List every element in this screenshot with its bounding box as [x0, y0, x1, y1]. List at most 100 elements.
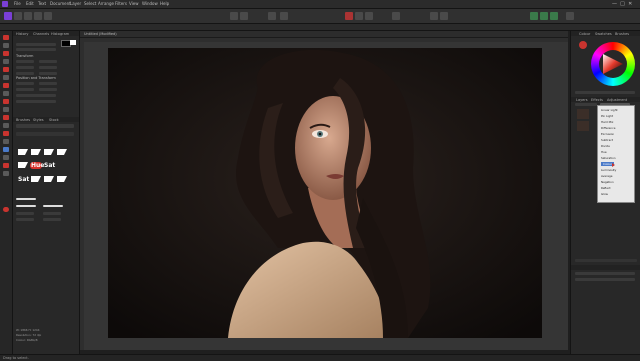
pen-tool-icon[interactable]	[3, 155, 9, 160]
blend-mode-dropdown[interactable]: Linear Light Pin Light Hard Mix Differen…	[597, 105, 635, 203]
menu-text[interactable]: Text	[38, 1, 46, 6]
tab-swatches[interactable]: Swatches	[595, 32, 612, 36]
style-preview[interactable]	[16, 205, 36, 207]
paint-brush-icon[interactable]	[3, 91, 9, 96]
export-persona-icon[interactable]	[44, 12, 52, 20]
mask-icon[interactable]	[268, 12, 276, 20]
quickmask-icon[interactable]	[280, 12, 288, 20]
blend-option[interactable]: Hard Mix	[601, 120, 613, 124]
text-tool-icon[interactable]	[3, 171, 9, 176]
rotation-field[interactable]	[16, 94, 56, 97]
blend-option[interactable]: Linear Light	[601, 108, 618, 112]
position-w-field[interactable]	[16, 88, 34, 91]
assistant-icon[interactable]	[530, 12, 538, 20]
document-tab[interactable]: Untitled (Modified)	[80, 31, 568, 38]
blend-option[interactable]: Hue	[601, 150, 607, 154]
colour-white-swatch[interactable]	[70, 40, 76, 45]
style-swatch[interactable]	[31, 149, 41, 155]
snapshot-icon[interactable]	[355, 12, 363, 20]
tab-adjustment[interactable]: Adjustment	[607, 98, 627, 102]
sharing-icon[interactable]	[550, 12, 558, 20]
selection-icon[interactable]	[392, 12, 400, 20]
style-swatch[interactable]	[57, 149, 67, 155]
snapping-icon[interactable]	[540, 12, 548, 20]
menu-window[interactable]: Window	[142, 1, 158, 6]
arrange-icon[interactable]	[440, 12, 448, 20]
tab-styles[interactable]: Styles	[33, 118, 44, 122]
position-h-field[interactable]	[39, 88, 57, 91]
layer-thumbnail[interactable]	[577, 121, 589, 131]
selection-brush-icon[interactable]	[3, 59, 9, 64]
param-field[interactable]	[16, 218, 34, 221]
menu-view[interactable]: View	[129, 1, 139, 6]
style-preview[interactable]	[43, 205, 63, 207]
healing-brush-icon[interactable]	[3, 123, 9, 128]
gradient-tool-icon[interactable]	[3, 147, 9, 152]
blur-brush-icon[interactable]	[3, 139, 9, 144]
record-icon[interactable]	[345, 12, 353, 20]
develop-persona-icon[interactable]	[24, 12, 32, 20]
style-swatch[interactable]	[18, 162, 28, 168]
blend-option[interactable]: Subtract	[601, 138, 613, 142]
style-swatch[interactable]	[31, 176, 41, 182]
colour-swatch-icon[interactable]	[3, 207, 9, 212]
tab-histogram[interactable]: Histogram	[51, 32, 69, 36]
marquee-tool-icon[interactable]	[3, 75, 9, 80]
portrait-photo[interactable]	[108, 48, 542, 338]
r-field[interactable]	[16, 72, 34, 75]
navigator-row[interactable]	[575, 272, 635, 275]
position-y-field[interactable]	[39, 82, 57, 85]
blend-option[interactable]: Pin Light	[601, 114, 613, 118]
primary-colour-icon[interactable]	[579, 41, 587, 49]
opacity-slider-right[interactable]	[575, 91, 635, 94]
blend-option[interactable]: Difference	[601, 126, 615, 130]
clone-brush-icon[interactable]	[3, 115, 9, 120]
dodge-brush-icon[interactable]	[3, 107, 9, 112]
move-tool-icon[interactable]	[3, 35, 9, 40]
w-field[interactable]	[16, 66, 34, 69]
erase-brush-icon[interactable]	[3, 99, 9, 104]
blend-option[interactable]: Average	[601, 174, 613, 178]
colour-wheel[interactable]	[591, 42, 635, 86]
blend-option[interactable]: Saturation	[601, 156, 616, 160]
menu-arrange[interactable]: Arrange	[98, 1, 114, 6]
h-field[interactable]	[39, 66, 57, 69]
zoom-icon[interactable]	[240, 12, 248, 20]
style-swatch[interactable]	[44, 149, 54, 155]
layer-thumbnail[interactable]	[577, 109, 589, 119]
param-field[interactable]	[43, 218, 61, 221]
position-x-field[interactable]	[16, 82, 34, 85]
tab-effects[interactable]: Effects	[591, 98, 603, 102]
param-field[interactable]	[43, 212, 61, 215]
tab-brushes[interactable]: Brushes	[16, 118, 30, 122]
liquify-persona-icon[interactable]	[14, 12, 22, 20]
shear-field[interactable]	[16, 100, 56, 103]
menu-document[interactable]: Document	[50, 1, 71, 6]
style-swatch[interactable]	[18, 149, 28, 155]
opacity-slider[interactable]	[16, 43, 56, 46]
blend-option[interactable]: Negation	[601, 180, 614, 184]
menu-layer[interactable]: Layer	[70, 1, 81, 6]
photo-persona-icon[interactable]	[4, 12, 12, 20]
flood-select-icon[interactable]	[3, 67, 9, 72]
settings-icon[interactable]	[566, 12, 574, 20]
align-icon[interactable]	[430, 12, 438, 20]
crop-tool-icon[interactable]	[3, 51, 9, 56]
tab-channels[interactable]: Channels	[33, 32, 49, 36]
colour-picker-icon[interactable]	[3, 83, 9, 88]
y-field[interactable]	[39, 60, 57, 63]
blend-option[interactable]: Luminosity	[601, 168, 616, 172]
s-field[interactable]	[39, 72, 57, 75]
category-dropdown[interactable]	[16, 124, 74, 128]
tab-history[interactable]: History	[16, 32, 28, 36]
opacity-field[interactable]	[575, 103, 597, 106]
param-field[interactable]	[16, 212, 34, 215]
blend-option[interactable]: Reflect	[601, 186, 611, 190]
view-tool-icon[interactable]	[230, 12, 238, 20]
flow-slider[interactable]	[16, 48, 56, 51]
view-tool-icon[interactable]	[3, 43, 9, 48]
tab-brushes-right[interactable]: Brushes	[615, 32, 629, 36]
menu-file[interactable]: File	[14, 1, 21, 6]
tab-colour[interactable]: Colour	[579, 32, 590, 36]
navigator-row[interactable]	[575, 278, 635, 281]
